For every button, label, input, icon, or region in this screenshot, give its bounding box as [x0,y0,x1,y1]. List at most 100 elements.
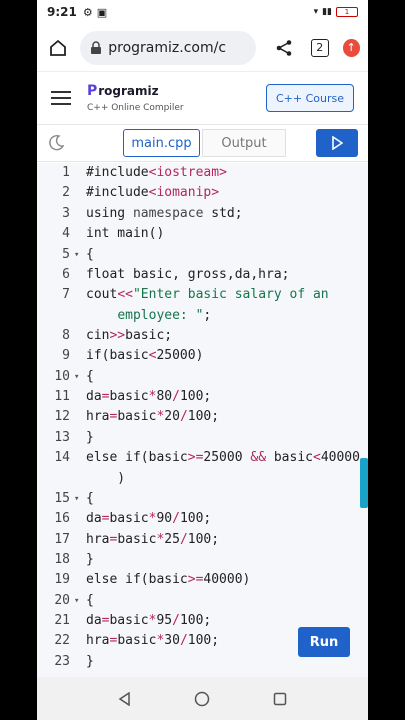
line-number: 18 [54,552,70,567]
line-number: 1 [62,165,70,180]
code-text: else if(basic>=40000) [86,572,251,587]
address-bar[interactable]: programiz.com/c [80,30,256,65]
code-text: else if(basic>=25000 && basic<40000 [86,450,360,465]
home-icon[interactable] [45,35,70,61]
code-editor[interactable]: 1 #include<iostream> 2 #include<iomanip> 3 us… [37,163,368,677]
back-icon[interactable] [118,691,132,706]
fold-chevron-icon[interactable]: ▾ [74,367,79,387]
line-number: 8 [62,328,70,343]
code-line[interactable]: 13} [37,428,368,448]
signal-icon: ▮▮ [322,7,332,17]
code-line[interactable]: 17 hra=basic*25/100; [37,530,368,550]
line-number: 21 [54,613,70,628]
line-number: 10 [54,369,70,384]
code-line[interactable]: 18} [37,550,368,570]
code-line[interactable]: 3 using namespace std; [37,204,368,224]
code-line[interactable]: employee: "; [37,306,368,326]
dark-mode-moon-icon[interactable] [47,134,67,152]
code-line[interactable]: 16 da=basic*90/100; [37,509,368,529]
android-nav-bar [37,677,368,720]
code-text: int main() [86,226,165,241]
code-line[interactable]: 8 cin>>basic; [37,326,368,346]
home-circle-icon[interactable] [194,691,210,707]
update-icon[interactable]: ↑ [342,38,360,57]
code-line[interactable]: 11 da=basic*80/100; [37,387,368,407]
editor-toolbar: main.cpp Output [37,124,368,162]
code-text: } [86,430,94,445]
tab-switcher-button[interactable]: 2 [310,38,329,57]
notification-icon: ▣ [96,5,108,19]
code-line[interactable]: 20 ▾ { [37,591,368,611]
line-number: 5 [62,247,70,262]
battery-level: 1 [344,8,350,16]
programiz-logo: Programiz [87,83,159,99]
code-line[interactable]: 6 float basic, gross,da,hra; [37,265,368,285]
code-line[interactable]: 5 ▾ { [37,245,368,265]
share-icon[interactable] [274,37,295,59]
line-number: 14 [54,450,70,465]
code-line[interactable]: 4 int main() [37,224,368,244]
line-number: 20 [54,593,70,608]
code-line[interactable]: 14 else if(basic>=25000 && basic<40000 [37,448,368,468]
line-number: 23 [54,654,70,669]
tab-output[interactable]: Output [202,129,286,157]
course-button[interactable]: C++ Course [266,84,354,112]
fold-chevron-icon[interactable]: ▾ [74,489,79,509]
code-text: hra=basic*25/100; [86,532,220,547]
play-icon [332,136,343,150]
code-text: hra=basic*20/100; [86,409,220,424]
hamburger-menu-icon[interactable] [51,91,71,105]
code-line[interactable]: 15 ▾ { [37,489,368,509]
browser-toolbar: programiz.com/c 2 ↑ [37,24,368,72]
code-line[interactable]: 7 cout<<"Enter basic salary of an [37,285,368,305]
run-button[interactable]: Run [298,627,350,657]
lock-icon [90,40,102,55]
code-line[interactable]: 12 hra=basic*20/100; [37,407,368,427]
code-text: da=basic*90/100; [86,511,212,526]
url-text: programiz.com/c [108,39,227,56]
status-bar: 9:21 ⚙ ▣ ▾ ▮▮ 1 [37,0,368,24]
code-text: hra=basic*30/100; [86,633,220,648]
status-icons: ▾ ▮▮ 1 [314,7,358,17]
battery-icon: 1 [336,7,358,17]
line-number: 2 [62,185,70,200]
code-line[interactable]: 2 #include<iomanip> [37,183,368,203]
line-number: 11 [54,389,70,404]
line-number: 16 [54,511,70,526]
code-text: } [86,654,94,669]
code-text: { [86,369,94,384]
line-number: 15 [54,491,70,506]
line-number: 17 [54,532,70,547]
code-line[interactable]: 1 #include<iostream> [37,163,368,183]
tab-main-cpp[interactable]: main.cpp [123,129,200,157]
recents-icon[interactable] [273,692,287,706]
code-text: #include<iostream> [86,165,227,180]
line-number: 12 [54,409,70,424]
tab-count: 2 [316,41,324,54]
line-number: 3 [62,206,70,221]
code-text: ) [86,471,126,486]
code-text: { [86,247,94,262]
status-time: 9:21 [47,5,77,19]
wifi-icon: ▾ [313,7,319,17]
code-line[interactable]: 19 else if(basic>=40000) [37,570,368,590]
site-header: Programiz C++ Online Compiler C++ Course [37,72,368,124]
code-line[interactable]: 9 if(basic<25000) [37,346,368,366]
line-number: 19 [54,572,70,587]
line-number: 9 [62,348,70,363]
fold-chevron-icon[interactable]: ▾ [74,591,79,611]
code-text: da=basic*80/100; [86,389,212,404]
site-subtitle: C++ Online Compiler [87,103,184,113]
code-text: float basic, gross,da,hra; [86,267,290,282]
fold-chevron-icon[interactable]: ▾ [74,245,79,265]
line-number: 13 [54,430,70,445]
code-text: if(basic<25000) [86,348,204,363]
code-line[interactable]: ) [37,469,368,489]
brand[interactable]: Programiz C++ Online Compiler [87,83,184,113]
phone-screen: 9:21 ⚙ ▣ ▾ ▮▮ 1 programiz.com/c 2 ↑ Prog… [37,0,368,720]
code-line[interactable]: 10 ▾ { [37,367,368,387]
code-text: using namespace std; [86,206,243,221]
settings-gear-icon: ⚙ [82,5,93,19]
run-play-button[interactable] [316,129,358,157]
code-text: cout<<"Enter basic salary of an [86,287,329,302]
